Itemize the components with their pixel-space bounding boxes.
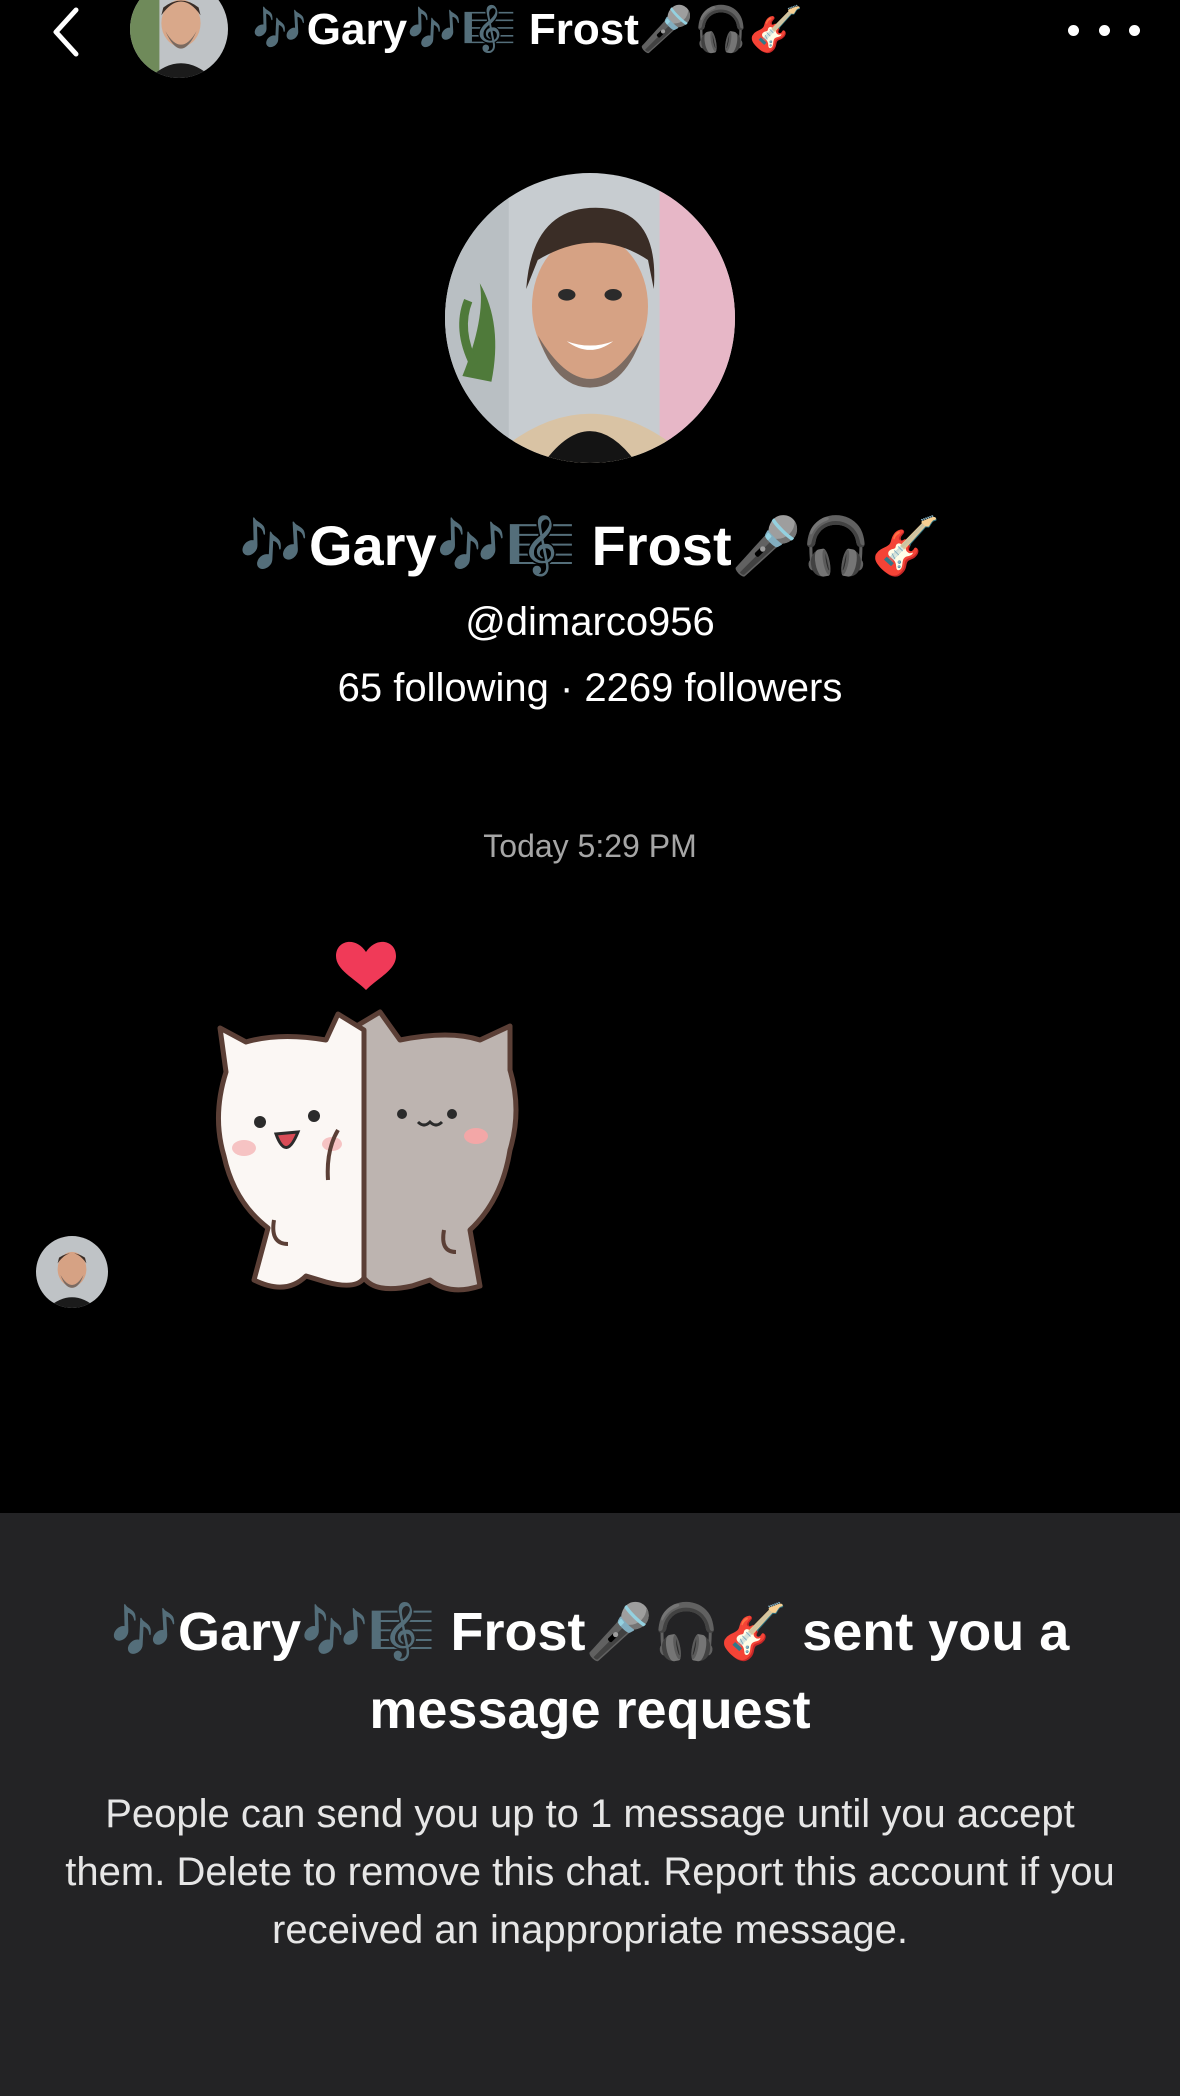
more-dot: [1068, 24, 1079, 36]
more-dot: [1129, 24, 1140, 36]
message-request-panel: 🎶Gary🎶🎼 Frost🎤🎧🎸 sent you a message requ…: [0, 1513, 1180, 2096]
chevron-left-icon: [53, 7, 79, 57]
more-dot: [1098, 24, 1110, 36]
heart-icon: [336, 941, 396, 990]
hugging-cats-sticker[interactable]: [150, 930, 530, 1310]
header-avatar[interactable]: [130, 0, 228, 78]
profile-avatar[interactable]: [445, 173, 735, 463]
profile-display-name: 🎶Gary🎶🎼 Frost🎤🎧🎸: [239, 514, 941, 577]
back-button[interactable]: [38, 4, 94, 60]
header-title[interactable]: 🎶Gary🎶🎼 Frost🎤🎧🎸: [252, 4, 803, 56]
request-title: 🎶Gary🎶🎼 Frost🎤🎧🎸 sent you a message requ…: [110, 1602, 1070, 1740]
chat-header: 🎶Gary🎶🎼 Frost🎤🎧🎸: [0, 0, 1180, 78]
more-options-button[interactable]: [1068, 10, 1140, 50]
profile-stats: 65 following · 2269 followers: [337, 666, 843, 710]
profile-handle: @dimarco956: [465, 600, 715, 644]
request-description: People can send you up to 1 message unti…: [65, 1792, 1115, 1952]
sender-avatar[interactable]: [36, 1236, 108, 1308]
message-timestamp: Today 5:29 PM: [483, 828, 697, 864]
